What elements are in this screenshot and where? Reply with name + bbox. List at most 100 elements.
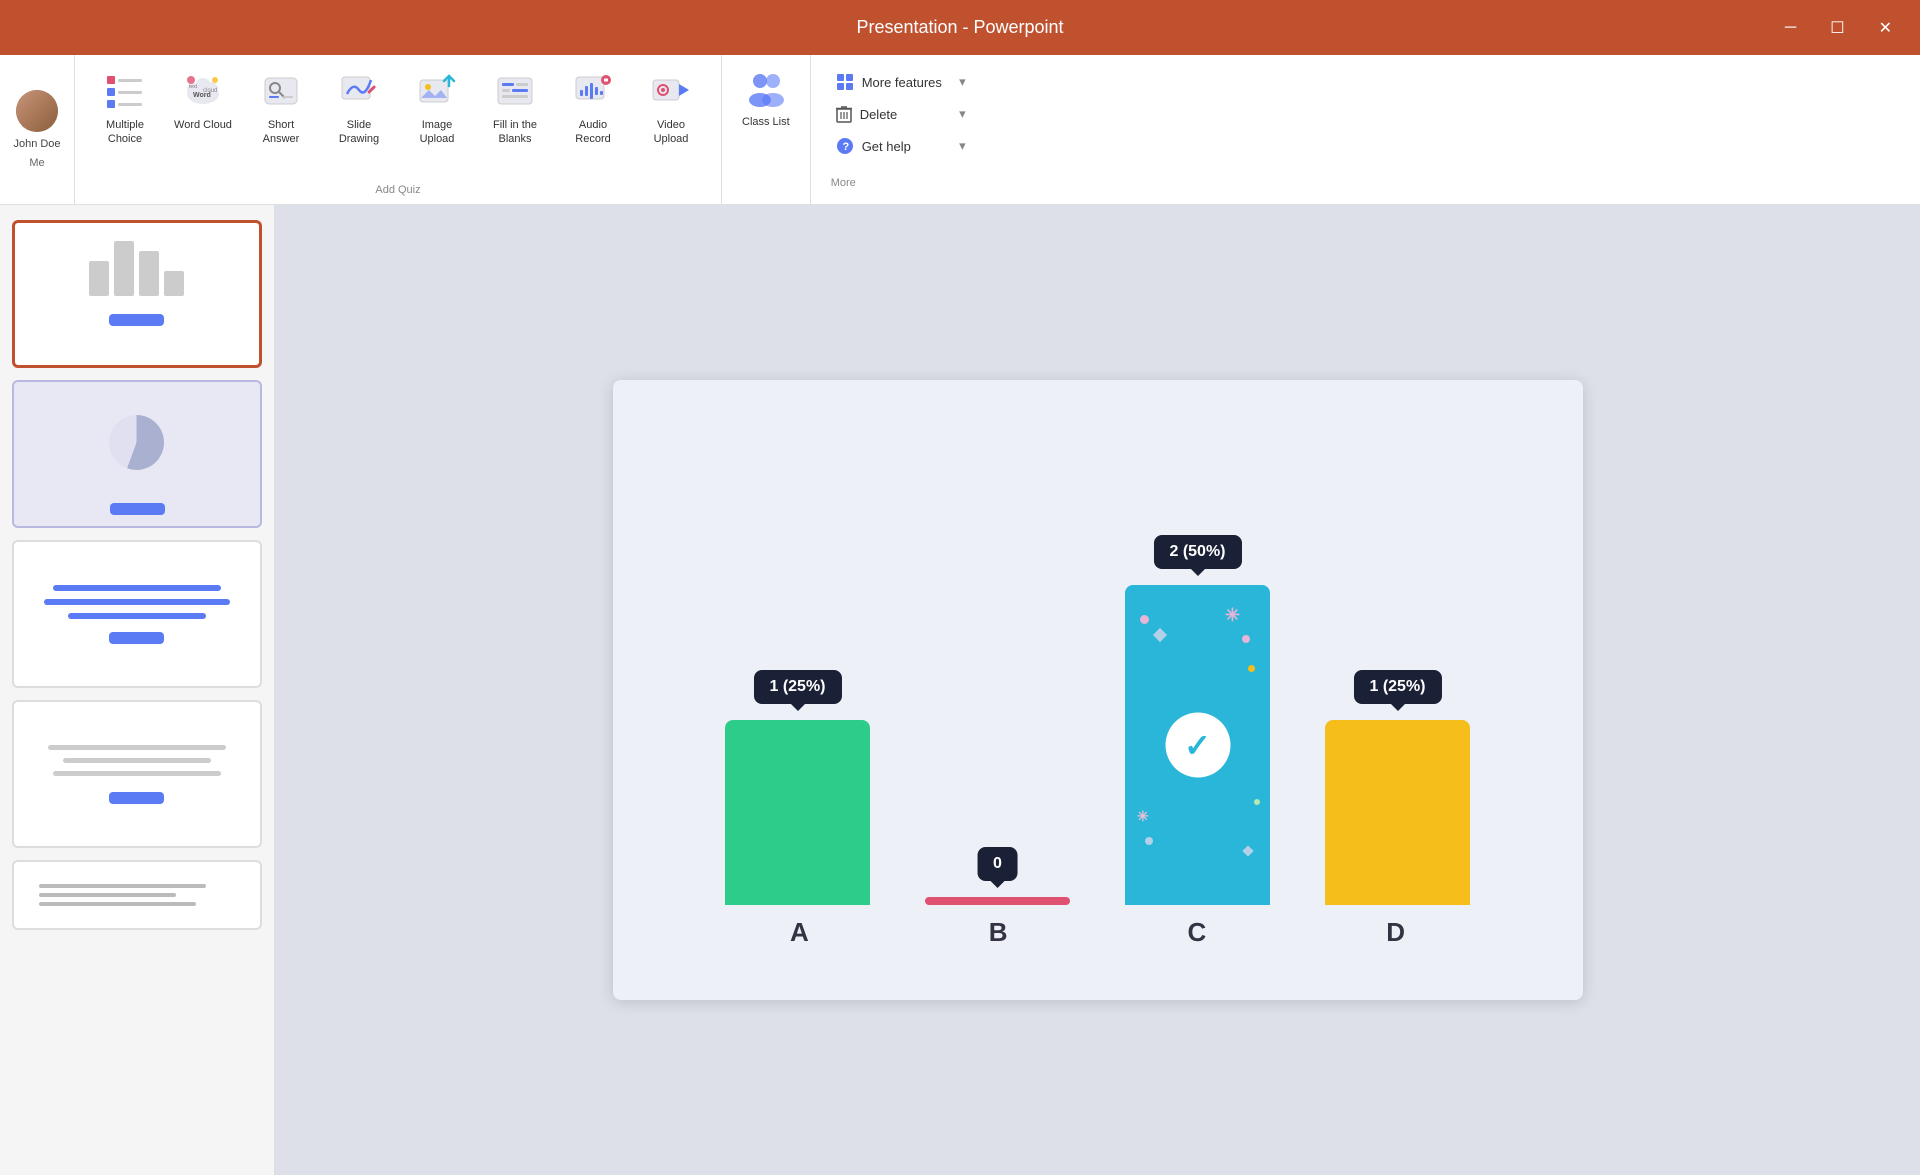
user-me-label: Me (29, 157, 44, 169)
ribbon-user: John Doe Me (0, 55, 75, 204)
chart-label-a: A (728, 917, 872, 948)
dot-1 (1140, 615, 1149, 624)
close-button[interactable]: ✕ (1871, 14, 1900, 42)
multiple-choice-icon (104, 70, 146, 112)
svg-text:cloud: cloud (203, 88, 217, 94)
chart-label-b: B (926, 917, 1070, 948)
delete-icon (836, 105, 852, 123)
slide-thumb-2[interactable] (12, 380, 262, 528)
slide3-line-2 (44, 599, 231, 605)
slide-thumb-3[interactable] (12, 540, 262, 688)
tooltip-c: 2 (50%) (1153, 535, 1241, 569)
add-quiz-section: Multiple Choice Word cloud text (75, 55, 721, 184)
ribbon-label-word-cloud: Word Cloud (174, 118, 232, 132)
slide5-line-2 (39, 893, 177, 897)
ribbon-item-short-answer[interactable]: Short Answer (246, 65, 316, 152)
dot-4 (1242, 635, 1250, 643)
diamond-1 (1153, 628, 1167, 642)
minimize-button[interactable]: ─ (1777, 15, 1804, 41)
bar-column-a: 1 (25%) (725, 720, 870, 905)
user-name: John Doe (13, 138, 60, 151)
bar-c: ✳ ✳ ✓ (1125, 585, 1270, 905)
slide-thumb-5[interactable] (12, 860, 262, 930)
dot-3 (1145, 837, 1153, 845)
chart-container: 1 (25%) 0 2 (50%) (688, 420, 1508, 960)
ribbon-item-multiple-choice[interactable]: Multiple Choice (90, 65, 160, 152)
slide1-bar-3 (139, 251, 159, 296)
slide3-line-1 (53, 585, 220, 591)
ribbon-item-slide-drawing[interactable]: Slide Drawing (324, 65, 394, 152)
slide-drawing-icon (338, 70, 380, 112)
dot-5 (1254, 799, 1260, 805)
slide-panel (0, 205, 275, 1175)
slide1-preview (33, 241, 240, 348)
chart-bars-area: 1 (25%) 0 2 (50%) (688, 420, 1508, 905)
ribbon-item-fill-in-blanks[interactable]: Fill in the Blanks (480, 65, 550, 152)
tooltip-d: 1 (25%) (1353, 670, 1441, 704)
chart-labels: A B C D (688, 905, 1508, 960)
slide4-button (109, 792, 164, 804)
ribbon-item-audio-record[interactable]: Audio Record (558, 65, 628, 152)
more-features-chevron: ▾ (959, 74, 966, 90)
window-controls: ─ ☐ ✕ (1777, 14, 1900, 42)
slide4-line-1 (48, 745, 225, 750)
get-help-chevron: ▾ (959, 138, 966, 154)
slide3-preview (39, 585, 236, 644)
tooltip-b: 0 (977, 847, 1018, 881)
slide1-bars (89, 241, 184, 296)
slide-canvas: 1 (25%) 0 2 (50%) (613, 380, 1583, 1000)
slide4-line-3 (53, 771, 220, 776)
slide2-pie (109, 415, 164, 470)
slide-thumb-4[interactable] (12, 700, 262, 848)
ribbon-label-video-upload: Video Upload (641, 118, 701, 147)
slide1-bar-1 (89, 261, 109, 296)
more-features-label: More features (862, 75, 942, 90)
diamond-2 (1242, 845, 1253, 856)
dot-2 (1248, 665, 1255, 672)
ribbon-label-image-upload: Image Upload (407, 118, 467, 147)
slide2-button (110, 503, 165, 515)
ribbon-class-list[interactable]: Class List (722, 55, 811, 204)
short-answer-icon (260, 70, 302, 112)
svg-text:text: text (189, 84, 198, 90)
video-upload-icon (650, 70, 692, 112)
ribbon-label-short-answer: Short Answer (251, 118, 311, 147)
bar-d (1325, 720, 1470, 905)
check-circle: ✓ (1165, 713, 1230, 778)
ribbon-label-fill-in-blanks: Fill in the Blanks (485, 118, 545, 147)
ribbon-item-word-cloud[interactable]: Word cloud text Word Cloud (168, 65, 238, 137)
maximize-button[interactable]: ☐ (1822, 14, 1852, 42)
slide3-button (109, 632, 164, 644)
ribbon-more-section: More features ▾ Delete ▾ ? Get help ▾ Mo… (811, 55, 991, 204)
asterisk-2: ✳ (1137, 808, 1149, 825)
slide5-line-3 (39, 902, 196, 906)
presentation-area: 1 (25%) 0 2 (50%) (275, 205, 1920, 1175)
slide4-line-2 (63, 758, 211, 763)
get-help-icon: ? (836, 137, 854, 155)
bar-b (925, 897, 1070, 905)
svg-text:?: ? (842, 141, 849, 153)
delete-item[interactable]: Delete ▾ (831, 102, 971, 126)
more-features-item[interactable]: More features ▾ (831, 70, 971, 94)
bar-a (725, 720, 870, 905)
slide1-button (109, 314, 164, 326)
chart-label-d: D (1324, 917, 1468, 948)
window-title: Presentation - Powerpoint (856, 17, 1063, 38)
ribbon-label-slide-drawing: Slide Drawing (329, 118, 389, 147)
slide3-line-3 (68, 613, 206, 619)
get-help-item[interactable]: ? Get help ▾ (831, 134, 971, 158)
image-upload-icon (416, 70, 458, 112)
ribbon-item-image-upload[interactable]: Image Upload (402, 65, 472, 152)
checkmark-icon: ✓ (1184, 726, 1211, 764)
avatar-image (16, 90, 58, 132)
more-features-icon (836, 73, 854, 91)
ribbon-label-class-list: Class List (742, 115, 790, 129)
ribbon-item-video-upload[interactable]: Video Upload (636, 65, 706, 152)
bar-column-d: 1 (25%) (1325, 720, 1470, 905)
title-bar: Presentation - Powerpoint ─ ☐ ✕ (0, 0, 1920, 55)
slide5-preview (39, 884, 236, 906)
slide-thumb-1[interactable] (12, 220, 262, 368)
fill-in-blanks-icon (494, 70, 536, 112)
main-content: 1 (25%) 0 2 (50%) (0, 205, 1920, 1175)
word-cloud-icon: Word cloud text (182, 70, 224, 112)
